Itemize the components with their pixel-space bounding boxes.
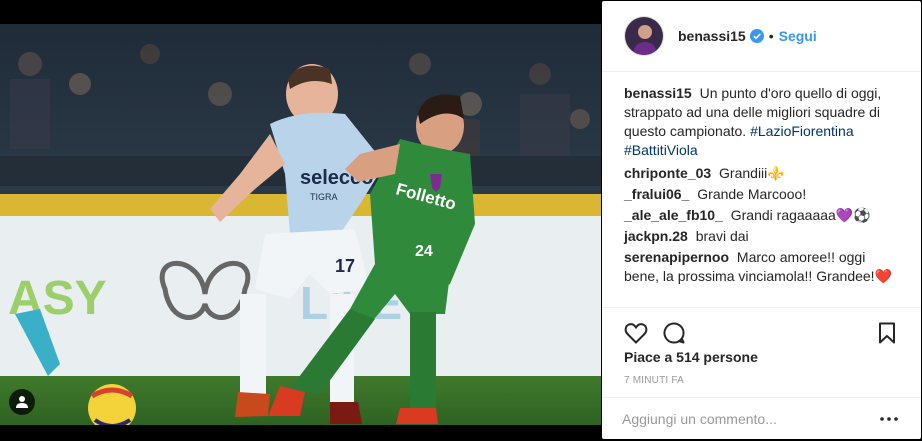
comment-button[interactable]	[660, 319, 688, 347]
header-username[interactable]: benassi15	[678, 28, 746, 44]
comment-text: bravi dai	[695, 228, 749, 244]
comment-item: _ale_ale_fb10_ Grandi ragaaaaa💜⚽	[624, 206, 899, 225]
likes-count[interactable]: Piace a 514 persone	[624, 349, 758, 365]
hashtag-link[interactable]: #LazioFiorentina	[750, 123, 854, 139]
comment-item: jackpn.28 bravi dai	[624, 227, 899, 246]
comment-item: serenapipernoo Marco amoree!! oggi bene,…	[624, 248, 899, 286]
heart-icon	[624, 322, 648, 344]
avatar-image	[625, 17, 663, 55]
comment-text: Grandi ragaaaaa💜⚽	[730, 207, 871, 223]
instagram-post: ASY LIVE selecco TIGRA	[0, 0, 922, 441]
more-options-button[interactable]	[877, 416, 901, 421]
comment-username[interactable]: _fralui06_	[624, 186, 689, 202]
match-photo-illustration: ASY LIVE selecco TIGRA	[0, 24, 601, 425]
like-button[interactable]	[622, 319, 650, 347]
caption-username[interactable]: benassi15	[624, 85, 692, 101]
comment-text: Grande Marcooo!	[697, 186, 807, 202]
comment-username[interactable]: serenapipernoo	[624, 249, 729, 265]
comment-text: Grandiii⚜️	[719, 165, 785, 181]
lazio-number: 17	[335, 256, 355, 276]
post-header: benassi15 • Segui	[602, 1, 921, 72]
fiorentina-number: 24	[415, 243, 433, 260]
save-button[interactable]	[873, 319, 901, 347]
post-timestamp[interactable]: 7 minuti fa	[624, 375, 684, 386]
comment-username[interactable]: chriponte_03	[624, 165, 711, 181]
comment-input[interactable]	[622, 410, 877, 427]
user-tag-button[interactable]	[9, 389, 35, 415]
add-comment-bar	[602, 397, 921, 439]
verified-icon	[749, 29, 764, 43]
lazio-sponsor-sub: TIGRA	[310, 192, 338, 202]
hashtag-link[interactable]: #BattitiViola	[624, 142, 698, 158]
comment-item: _fralui06_ Grande Marcooo!	[624, 185, 899, 204]
bookmark-icon	[879, 322, 895, 343]
comment-item: chriponte_03 Grandiii⚜️	[624, 164, 899, 183]
action-bar	[602, 307, 921, 347]
user-tag-icon	[16, 396, 28, 408]
comments-list: benassi15 Un punto d'oro quello di oggi,…	[602, 72, 921, 308]
more-icon	[880, 416, 898, 421]
caption: benassi15 Un punto d'oro quello di oggi,…	[624, 84, 899, 160]
follow-button[interactable]: Segui	[779, 28, 817, 44]
separator-dot: •	[768, 28, 774, 44]
comment-username[interactable]: jackpn.28	[624, 228, 688, 244]
comment-icon	[663, 321, 685, 343]
post-side-panel: benassi15 • Segui benassi15 Un punto d'o…	[602, 1, 921, 439]
post-photo[interactable]: ASY LIVE selecco TIGRA	[0, 24, 601, 425]
avatar[interactable]	[624, 16, 664, 56]
comment-username[interactable]: _ale_ale_fb10_	[624, 207, 723, 223]
